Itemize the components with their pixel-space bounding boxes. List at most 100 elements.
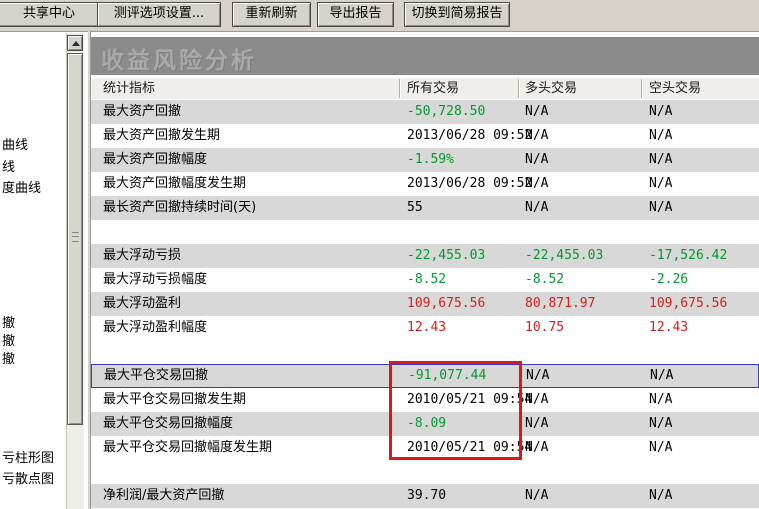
table-spacer-row <box>91 340 759 364</box>
cell-short-trades: N/A <box>641 172 759 196</box>
table-row[interactable]: 最大资产回撤发生期2013/06/28 09:52N/AN/A <box>91 124 759 148</box>
cell-short-trades: N/A <box>641 436 759 460</box>
page-title: 收益风险分析 <box>101 41 257 75</box>
row-label: 最大资产回撤幅度发生期 <box>91 172 399 196</box>
cell-all-trades: 109,675.56 <box>399 292 518 316</box>
cell-short-trades: N/A <box>641 388 759 412</box>
cell-short-trades: -17,526.42 <box>641 244 759 268</box>
cell-short-trades: N/A <box>641 148 759 172</box>
cell-long-trades: N/A <box>518 484 641 508</box>
table-row[interactable]: 最大浮动盈利109,675.5680,871.97109,675.56 <box>91 292 759 316</box>
column-header-indicator: 统计指标 <box>103 78 155 99</box>
row-label: 最大资产回撤发生期 <box>91 124 399 148</box>
row-label: 最大平仓交易回撤幅度发生期 <box>91 436 399 460</box>
switch-simple-report-button[interactable]: 切换到简易报告 <box>404 2 510 27</box>
cell-long-trades: 80,871.97 <box>518 292 641 316</box>
table-row[interactable]: 最大浮动盈利幅度12.4310.7512.43 <box>91 316 759 340</box>
cell-long-trades: N/A <box>518 436 641 460</box>
table-row[interactable]: 最大浮动亏损-22,455.03-22,455.03-17,526.42 <box>91 244 759 268</box>
report-panel: 收益风险分析 统计指标 所有交易 多头交易 空头交易 最大资产回撤-50,728… <box>90 31 759 509</box>
table-header: 统计指标 所有交易 多头交易 空头交易 <box>91 78 759 99</box>
cell-short-trades: N/A <box>642 365 759 387</box>
sidebar-item[interactable]: 亏散点图 <box>2 472 54 488</box>
export-report-button[interactable]: 导出报告 <box>317 2 394 27</box>
cell-all-trades: -8.52 <box>399 268 518 292</box>
cell-all-trades: -50,728.50 <box>399 100 518 124</box>
sidebar: 曲线线度曲线撤撤撤亏柱形图亏散点图 <box>0 31 88 509</box>
row-label: 最大平仓交易回撤幅度 <box>91 412 399 436</box>
cell-long-trades: -22,455.03 <box>518 244 641 268</box>
table-row[interactable]: 最大平仓交易回撤-91,077.44N/AN/A <box>91 364 759 388</box>
cell-all-trades: -22,455.03 <box>399 244 518 268</box>
row-label: 最大平仓交易回撤 <box>92 365 400 387</box>
cell-all-trades: -91,077.44 <box>400 365 519 387</box>
sidebar-item[interactable]: 线 <box>2 160 15 176</box>
report-banner: 收益风险分析 <box>91 37 759 75</box>
scrollbar-thumb[interactable] <box>67 53 83 425</box>
cell-long-trades: N/A <box>518 100 641 124</box>
sidebar-scrollbar[interactable] <box>66 33 84 509</box>
cell-short-trades: N/A <box>641 124 759 148</box>
cell-short-trades: N/A <box>641 412 759 436</box>
cell-short-trades: 12.43 <box>641 316 759 340</box>
evaluation-options-button[interactable]: 测评选项设置... <box>97 2 221 27</box>
cell-long-trades: N/A <box>519 365 642 387</box>
sidebar-item[interactable]: 撤 <box>2 316 15 332</box>
column-header-all-trades: 所有交易 <box>407 78 459 99</box>
sidebar-item[interactable]: 曲线 <box>2 138 28 154</box>
sidebar-item[interactable]: 亏柱形图 <box>2 451 54 467</box>
column-header-short-trades: 空头交易 <box>649 78 701 99</box>
cell-all-trades: -8.09 <box>399 412 518 436</box>
table-body: 最大资产回撤-50,728.50N/AN/A最大资产回撤发生期2013/06/2… <box>91 100 759 509</box>
refresh-button[interactable]: 重新刷新 <box>232 2 311 27</box>
cell-all-trades: -1.59% <box>399 148 518 172</box>
row-label: 最大浮动盈利幅度 <box>91 316 399 340</box>
table-spacer-row <box>91 460 759 484</box>
table-row[interactable]: 最大平仓交易回撤幅度-8.09N/AN/A <box>91 412 759 436</box>
row-label: 最大浮动亏损幅度 <box>91 268 399 292</box>
column-header-long-trades: 多头交易 <box>525 78 577 99</box>
cell-short-trades: -2.26 <box>641 268 759 292</box>
cell-long-trades: N/A <box>518 124 641 148</box>
row-label: 最长资产回撤持续时间(天) <box>91 196 399 220</box>
table-row[interactable]: 净利润/最大资产回撤39.70N/AN/A <box>91 484 759 508</box>
table-row[interactable]: 最大平仓交易回撤幅度发生期2010/05/21 09:54N/AN/A <box>91 436 759 460</box>
toolbar: 共享中心 测评选项设置... 重新刷新 导出报告 切换到简易报告 <box>0 0 759 30</box>
cell-all-trades: 2010/05/21 09:54 <box>399 388 518 412</box>
table-row[interactable]: 最大平仓交易回撤发生期2010/05/21 09:54N/AN/A <box>91 388 759 412</box>
row-label: 最大浮动盈利 <box>91 292 399 316</box>
scrollbar-up-arrow-icon[interactable] <box>67 35 83 51</box>
cell-short-trades: N/A <box>641 100 759 124</box>
table-spacer-row <box>91 220 759 244</box>
table-row[interactable]: 最大资产回撤-50,728.50N/AN/A <box>91 100 759 124</box>
table-row[interactable]: 最大浮动亏损幅度-8.52-8.52-2.26 <box>91 268 759 292</box>
cell-all-trades: 2010/05/21 09:54 <box>399 436 518 460</box>
cell-all-trades: 39.70 <box>399 484 518 508</box>
cell-all-trades: 2013/06/28 09:52 <box>399 172 518 196</box>
sidebar-item[interactable]: 撤 <box>2 334 15 350</box>
cell-long-trades: 10.75 <box>518 316 641 340</box>
table-row[interactable]: 最长资产回撤持续时间(天)55N/AN/A <box>91 196 759 220</box>
cell-long-trades: N/A <box>518 148 641 172</box>
row-label: 最大平仓交易回撤发生期 <box>91 388 399 412</box>
sidebar-item[interactable]: 度曲线 <box>2 181 41 197</box>
cell-all-trades: 55 <box>399 196 518 220</box>
table-row[interactable]: 最大资产回撤幅度-1.59%N/AN/A <box>91 148 759 172</box>
cell-short-trades: N/A <box>641 484 759 508</box>
cell-all-trades: 12.43 <box>399 316 518 340</box>
row-label: 最大资产回撤幅度 <box>91 148 399 172</box>
sidebar-item[interactable]: 撤 <box>2 352 15 368</box>
cell-short-trades: N/A <box>641 196 759 220</box>
cell-all-trades: 2013/06/28 09:52 <box>399 124 518 148</box>
cell-long-trades: -8.52 <box>518 268 641 292</box>
cell-long-trades: N/A <box>518 388 641 412</box>
cell-long-trades: N/A <box>518 172 641 196</box>
cell-long-trades: N/A <box>518 196 641 220</box>
row-label: 净利润/最大资产回撤 <box>91 484 399 508</box>
share-center-button[interactable]: 共享中心 <box>0 2 102 27</box>
row-label: 最大浮动亏损 <box>91 244 399 268</box>
cell-long-trades: N/A <box>518 412 641 436</box>
table-row[interactable]: 最大资产回撤幅度发生期2013/06/28 09:52N/AN/A <box>91 172 759 196</box>
row-label: 最大资产回撤 <box>91 100 399 124</box>
cell-short-trades: 109,675.56 <box>641 292 759 316</box>
